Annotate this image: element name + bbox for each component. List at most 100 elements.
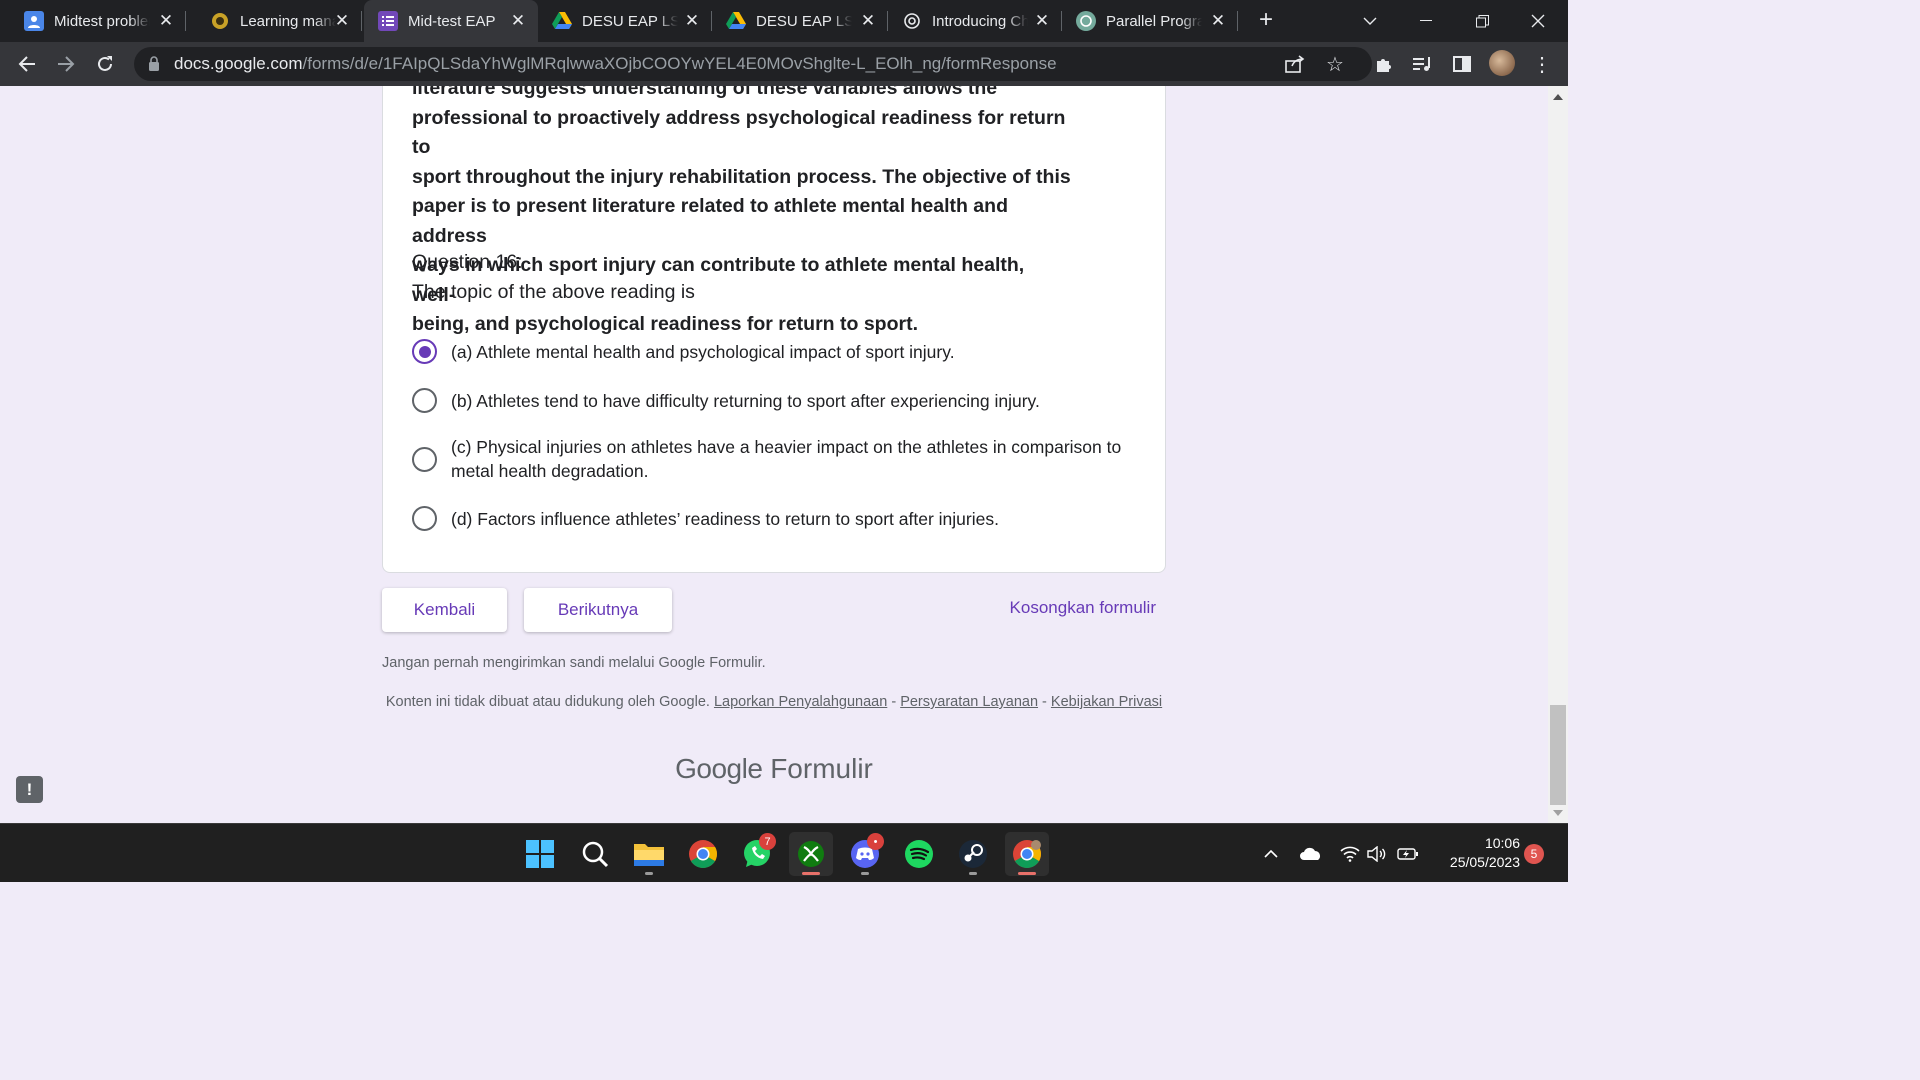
radio-button[interactable] [412, 446, 437, 472]
tab-introducing-chatgpt[interactable]: Introducing Ch ✕ [888, 0, 1062, 42]
discord-notification-badge: • [867, 833, 884, 850]
scroll-down-arrow-icon[interactable] [1553, 810, 1563, 816]
close-tab-icon[interactable]: ✕ [682, 11, 702, 31]
report-issue-icon[interactable]: ! [16, 776, 43, 803]
next-button[interactable]: Berikutnya [524, 588, 672, 632]
bookmark-star-icon[interactable]: ☆ [1324, 53, 1346, 76]
onedrive-cloud-icon[interactable] [1298, 842, 1324, 866]
notification-count-badge[interactable]: 5 [1524, 844, 1544, 864]
form-page: literature suggests understanding of the… [0, 86, 1548, 823]
question-number: Question 16: [412, 251, 523, 273]
menu-kebab-icon[interactable]: ⋮ [1530, 52, 1554, 76]
close-tab-icon[interactable]: ✕ [858, 11, 878, 31]
back-button[interactable]: Kembali [382, 588, 507, 632]
university-emblem-icon [210, 11, 230, 31]
clear-form-link[interactable]: Kosongkan formulir [980, 598, 1156, 618]
restore-icon[interactable] [1458, 0, 1506, 42]
xbox-icon[interactable] [789, 832, 833, 876]
option-c[interactable]: (c) Physical injuries on athletes have a… [412, 435, 1141, 483]
media-control-icon[interactable] [1411, 52, 1435, 76]
file-explorer-icon[interactable] [627, 832, 671, 876]
close-tab-icon[interactable]: ✕ [332, 11, 352, 31]
google-forms-logo[interactable]: Google Formulir [382, 753, 1166, 785]
question-text: The topic of the above reading is [412, 281, 695, 303]
passage-line: sport throughout the injury rehabilitati… [412, 165, 1071, 188]
tab-title: Parallel Program [1106, 12, 1202, 30]
option-label: (a) Athlete mental health and psychologi… [451, 341, 955, 362]
extensions-puzzle-icon[interactable] [1372, 52, 1396, 76]
radio-button[interactable] [412, 388, 437, 413]
minimize-icon[interactable] [1402, 0, 1450, 42]
close-tab-icon[interactable]: ✕ [156, 11, 176, 31]
tab-separator [1237, 11, 1238, 31]
start-icon[interactable] [518, 832, 562, 876]
disclaimer: Konten ini tidak dibuat atau didukung ol… [385, 694, 1163, 710]
close-tab-icon[interactable]: ✕ [1208, 11, 1228, 31]
wifi-icon[interactable] [1339, 842, 1361, 866]
windows-taskbar: 7 • 10:06 25/05/2023 5 [0, 823, 1568, 882]
tab-parallel-programming[interactable]: Parallel Program ✕ [1062, 0, 1238, 42]
forward-arrow-icon[interactable] [52, 50, 80, 78]
google-forms-icon [378, 11, 398, 31]
radio-button-selected[interactable] [412, 339, 437, 364]
option-b[interactable]: (b) Athletes tend to have difficulty ret… [412, 388, 1141, 413]
side-panel-icon[interactable] [1450, 52, 1474, 76]
discord-icon[interactable]: • [843, 832, 887, 876]
tab-title: DESU EAP LS M [582, 12, 678, 30]
tab-title: Midtest problem [54, 12, 150, 30]
scroll-thumb[interactable] [1550, 705, 1566, 805]
openai-icon [1076, 11, 1096, 31]
whatsapp-icon[interactable]: 7 [735, 832, 779, 876]
profile-avatar[interactable] [1489, 50, 1515, 76]
tab-desu-eap-2[interactable]: DESU EAP LS M ✕ [712, 0, 888, 42]
steam-icon[interactable] [951, 832, 995, 876]
close-tab-icon[interactable]: ✕ [508, 11, 528, 31]
volume-speaker-icon[interactable] [1366, 842, 1388, 866]
tab-search-chevron-icon[interactable] [1346, 0, 1394, 42]
scroll-up-arrow-icon[interactable] [1553, 94, 1563, 100]
lock-icon [149, 56, 159, 71]
radio-button[interactable] [412, 506, 437, 531]
back-arrow-icon[interactable] [13, 50, 41, 78]
privacy-policy-link[interactable]: Kebijakan Privasi [1051, 694, 1162, 710]
url-path: /forms/d/e/1FAIpQLSdaYhWglMRqlwwaXOjbCOO… [302, 54, 1057, 73]
passage-line: paper is to present literature related t… [412, 195, 1008, 247]
close-tab-icon[interactable]: ✕ [1032, 11, 1052, 31]
clock-time: 10:06 [1484, 835, 1520, 851]
openai-icon [902, 11, 922, 31]
address-bar[interactable]: docs.google.com/forms/d/e/1FAIpQLSdaYhWg… [134, 47, 1372, 81]
option-label: (c) Physical injuries on athletes have a… [451, 437, 1122, 481]
tab-title: Introducing Ch [932, 12, 1028, 30]
spotify-icon[interactable] [897, 832, 941, 876]
whatsapp-unread-badge: 7 [759, 833, 776, 850]
tab-learning-management[interactable]: Learning manag ✕ [186, 0, 362, 42]
tab-midtest-problem[interactable]: Midtest problem ✕ [0, 0, 186, 42]
option-d[interactable]: (d) Factors influence athletes’ readines… [412, 506, 1141, 531]
password-notice: Jangan pernah mengirimkan sandi melalui … [382, 655, 766, 671]
search-icon[interactable] [573, 832, 617, 876]
page-scrollbar[interactable] [1548, 86, 1568, 823]
url-text: docs.google.com/forms/d/e/1FAIpQLSdaYhWg… [174, 54, 1057, 74]
reload-icon[interactable] [91, 50, 119, 78]
taskbar-clock[interactable]: 10:06 25/05/2023 [1428, 834, 1520, 872]
running-indicator [861, 872, 869, 875]
chrome-profile-icon[interactable] [1005, 832, 1049, 876]
show-hidden-icons-chevron-icon[interactable] [1262, 842, 1280, 866]
new-tab-plus-icon[interactable]: + [1254, 8, 1278, 32]
tab-strip: Midtest problem ✕ Learning manag ✕ Mid-t… [0, 0, 1568, 42]
close-window-icon[interactable] [1514, 0, 1562, 42]
logo-product-text: Formulir [770, 753, 873, 784]
share-icon[interactable] [1284, 53, 1306, 75]
tab-title: Mid-test EAP [408, 12, 496, 30]
user-profile-icon [24, 11, 44, 31]
option-label: (b) Athletes tend to have difficulty ret… [451, 390, 1040, 411]
passage-line: being, and psychological readiness for r… [412, 313, 919, 335]
clock-date: 25/05/2023 [1449, 854, 1520, 870]
battery-charging-icon[interactable] [1396, 842, 1420, 866]
tab-mid-test-eap[interactable]: Mid-test EAP ✕ [364, 0, 538, 42]
tab-desu-eap-1[interactable]: DESU EAP LS M ✕ [538, 0, 712, 42]
chrome-icon[interactable] [681, 832, 725, 876]
terms-of-service-link[interactable]: Persyaratan Layanan [900, 694, 1038, 710]
option-a[interactable]: (a) Athlete mental health and psychologi… [412, 339, 1141, 364]
report-abuse-link[interactable]: Laporkan Penyalahgunaan [714, 694, 887, 710]
